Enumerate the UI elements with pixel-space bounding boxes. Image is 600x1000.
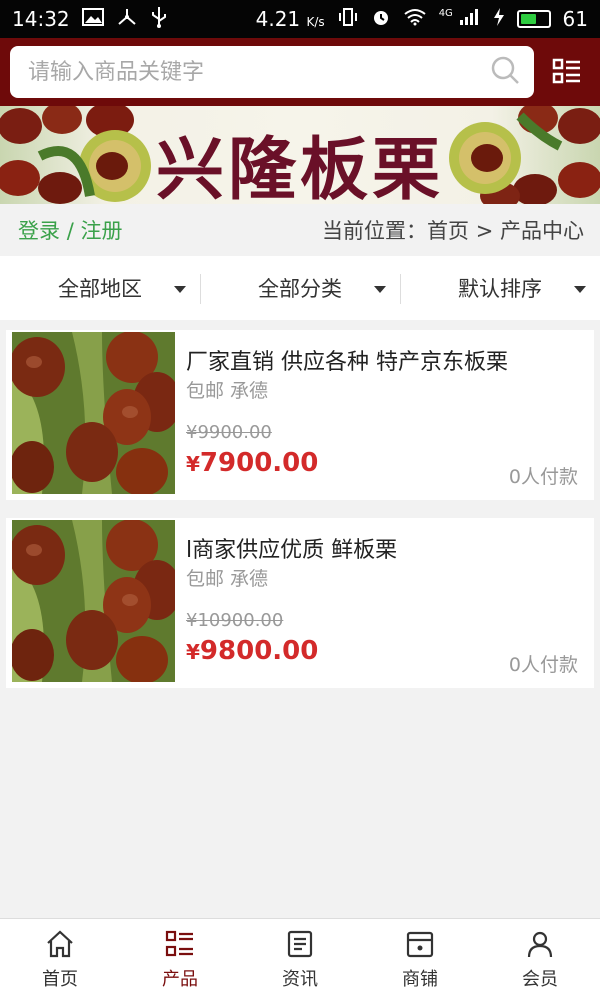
- price-value: 9800.00: [199, 636, 319, 666]
- filter-category-label: 全部分类: [258, 277, 342, 301]
- battery-icon: [516, 10, 551, 28]
- search-box[interactable]: [10, 46, 534, 98]
- signal-icon: 4G: [439, 8, 481, 31]
- product-image[interactable]: [12, 520, 175, 682]
- register-link[interactable]: 注册: [80, 219, 122, 243]
- product-card[interactable]: l商家供应优质 鲜板栗 包邮 承德 ¥10900.00 ¥9800.00 0人付…: [6, 518, 594, 688]
- filter-sort[interactable]: 默认排序: [400, 256, 600, 320]
- nav-item-member[interactable]: 会员: [480, 919, 600, 1000]
- nav-item-news[interactable]: 资讯: [240, 919, 360, 1000]
- account-links: 登录 / 注册: [18, 215, 122, 245]
- status-bar-left: 14:32: [12, 6, 168, 33]
- login-link[interactable]: 登录: [18, 219, 60, 243]
- nav-label-home: 首页: [42, 968, 78, 990]
- link-separator: /: [66, 219, 74, 243]
- nav-item-store[interactable]: 商铺: [360, 919, 480, 1000]
- speed-value: 4.21: [255, 7, 301, 31]
- banner-title: 兴隆板栗: [155, 130, 444, 204]
- image-icon: [81, 7, 104, 31]
- network-speed: 4.21 K/s: [256, 7, 325, 31]
- vibrate-icon: [337, 7, 359, 32]
- product-title[interactable]: 厂家直销 供应各种 特产京东板栗: [186, 344, 508, 376]
- network-type: 4G: [438, 7, 453, 19]
- price-value: 7900.00: [199, 448, 319, 478]
- breadcrumb: 当前位置：首页 > 产品中心: [322, 219, 584, 243]
- status-bar-right: 4.21 K/s 4G 61: [256, 7, 588, 32]
- status-time: 14:32: [12, 7, 70, 31]
- top-header: [0, 38, 600, 106]
- usb-icon: [150, 6, 168, 33]
- category-menu-icon[interactable]: [552, 57, 582, 87]
- product-card[interactable]: 厂家直销 供应各种 特产京东板栗 包邮 承德 ¥9900.00 ¥7900.00…: [6, 330, 594, 500]
- network-share-icon: [116, 7, 138, 32]
- nav-label-products: 产品: [162, 968, 198, 990]
- price-currency: ¥: [186, 452, 200, 476]
- location-row: 登录 / 注册 当前位置：首页 > 产品中心: [0, 204, 600, 256]
- nav-item-home[interactable]: 首页: [0, 919, 120, 1000]
- caret-down-icon: [174, 286, 186, 293]
- product-title[interactable]: l商家供应优质 鲜板栗: [186, 532, 397, 564]
- store-icon: [406, 931, 434, 957]
- alarm-icon: [371, 7, 391, 32]
- speed-unit: K/s: [306, 15, 325, 29]
- product-price: ¥9800.00: [186, 636, 318, 666]
- news-icon: [287, 930, 313, 957]
- nav-label-member: 会员: [522, 968, 558, 990]
- wifi-icon: [403, 8, 427, 31]
- nav-label-store: 商铺: [402, 968, 438, 990]
- user-icon: [527, 931, 553, 957]
- product-meta: 包邮 承德: [186, 568, 269, 590]
- nav-label-news: 资讯: [282, 968, 318, 990]
- product-price: ¥7900.00: [186, 448, 318, 478]
- caret-down-icon: [374, 286, 386, 293]
- status-bar: 14:32 4.21 K/s 4G 61: [0, 0, 600, 38]
- filter-region[interactable]: 全部地区: [0, 256, 200, 320]
- product-image[interactable]: [12, 332, 175, 494]
- product-meta: 包邮 承德: [186, 380, 269, 402]
- banner[interactable]: 兴隆板栗: [0, 106, 600, 204]
- nav-item-products[interactable]: 产品: [120, 919, 240, 1000]
- search-icon[interactable]: [490, 55, 520, 89]
- price-currency: ¥: [186, 640, 200, 664]
- product-paid-count: 0人付款: [508, 466, 578, 488]
- filter-bar: 全部地区 全部分类 默认排序: [0, 256, 600, 320]
- battery-level: [520, 14, 537, 24]
- battery-percent: 61: [562, 7, 588, 31]
- search-input[interactable]: [28, 59, 468, 85]
- list-icon: [165, 930, 193, 956]
- bottom-nav: 首页 产品 资讯 商铺 会员: [0, 918, 600, 1000]
- filter-region-label: 全部地区: [58, 277, 142, 301]
- product-old-price: ¥9900.00: [186, 422, 272, 443]
- filter-category[interactable]: 全部分类: [200, 256, 400, 320]
- caret-down-icon: [574, 286, 586, 293]
- home-icon: [47, 930, 73, 957]
- charging-icon: [493, 7, 505, 32]
- product-paid-count: 0人付款: [508, 654, 578, 676]
- product-old-price: ¥10900.00: [186, 610, 284, 631]
- filter-sort-label: 默认排序: [458, 277, 542, 301]
